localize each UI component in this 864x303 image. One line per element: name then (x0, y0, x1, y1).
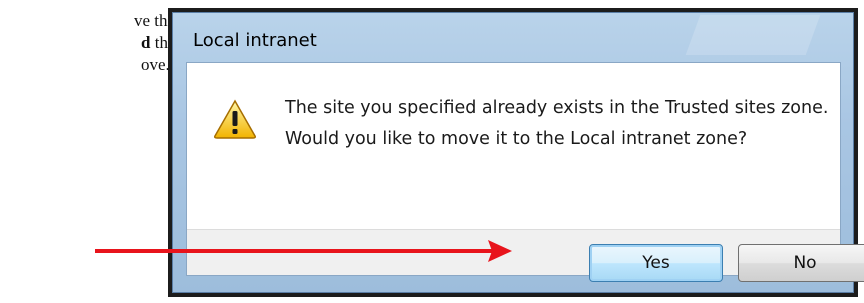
button-area: Yes No (187, 229, 864, 282)
yes-button[interactable]: Yes (589, 244, 723, 282)
dialog-titlebar[interactable]: Local intranet (173, 13, 853, 65)
local-intranet-dialog: Local intranet The site you specified al… (168, 8, 864, 297)
message-area: The site you specified already exists in… (187, 63, 840, 229)
dialog-title: Local intranet (193, 30, 317, 51)
warning-icon (214, 99, 256, 139)
dialog-message: The site you specified already exists in… (285, 98, 829, 149)
dialog-client-area: The site you specified already exists in… (186, 62, 864, 282)
no-button[interactable]: No (738, 244, 864, 282)
document-text: ve this d the trusted ove. (0, 10, 226, 76)
dialog-frame: Local intranet The site you specified al… (172, 12, 864, 293)
